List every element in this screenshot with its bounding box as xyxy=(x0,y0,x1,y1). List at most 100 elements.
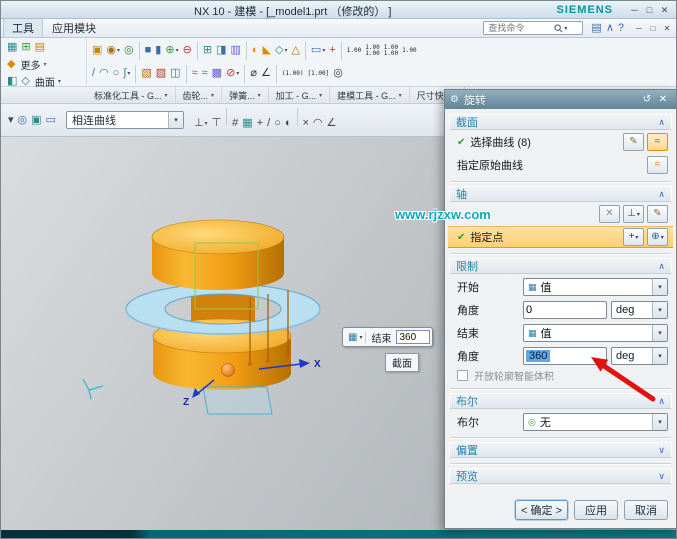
quadrant-snap-icon[interactable]: ◐ xyxy=(284,115,293,132)
more-commands-dropdown[interactable]: 更多 ▾ xyxy=(20,57,46,72)
search-scope-dropdown-icon[interactable]: ▾ xyxy=(564,25,567,32)
toolbar-group-label[interactable]: 加工 - G...▾ xyxy=(269,87,331,103)
toolbar-group-label[interactable]: 齿轮...▾ xyxy=(176,87,223,103)
menu-application-modules[interactable]: 应用模块 xyxy=(43,18,105,38)
expand-chevron-icon[interactable]: ∨ xyxy=(658,471,665,482)
select-curve-row[interactable]: ✔ 选择曲线 (8) ✎≈ xyxy=(448,131,673,153)
end-angle-unit-dropdown[interactable]: deg ▾ xyxy=(611,347,668,365)
end-limit-dropdown[interactable]: ▦ 值 ▾ xyxy=(523,324,668,342)
help-icon[interactable]: ? xyxy=(617,20,625,37)
collapse-chevron-icon[interactable]: ∧ xyxy=(658,261,665,272)
toolbar-group-label[interactable]: 弹簧...▾ xyxy=(222,87,269,103)
spline-icon[interactable]: ∫▾ xyxy=(122,65,131,82)
through-curves-icon[interactable]: ≈ xyxy=(191,65,199,82)
angle-snap-icon[interactable]: ∠ xyxy=(326,115,338,132)
menu-tools[interactable]: 工具 xyxy=(3,18,43,38)
dialog-close-icon[interactable]: ✕ xyxy=(655,94,671,105)
specify-point-row[interactable]: ✔ 指定点 +▾⊕▾ xyxy=(448,226,673,248)
dropdown-arrow-icon[interactable]: ▾ xyxy=(652,325,667,341)
feature-group-icon[interactable]: ⊞ xyxy=(20,39,31,56)
section-header-boolean[interactable]: 布尔 ∧ xyxy=(449,393,672,409)
top-selection-icon[interactable]: ▣ xyxy=(30,112,42,129)
toolbar-group-label[interactable]: 建模工具 - G...▾ xyxy=(330,87,410,103)
start-angle-unit-dropdown[interactable]: deg ▾ xyxy=(611,301,668,319)
select-filter-icon[interactable]: ◎ xyxy=(17,112,29,129)
profile-line-icon[interactable]: / xyxy=(91,65,96,82)
collapse-chevron-icon[interactable]: ∧ xyxy=(658,189,665,200)
menu-icon[interactable]: ▦ xyxy=(6,39,18,56)
doc-close-button[interactable]: ✕ xyxy=(660,24,674,33)
vector-reverse-icon[interactable]: ✕ xyxy=(599,205,620,223)
dropdown-arrow-icon[interactable]: ▾ xyxy=(168,112,183,128)
sketch-icon[interactable]: ▤ xyxy=(34,39,46,56)
surface-dropdown[interactable]: 曲面 ▾ xyxy=(35,74,61,89)
specify-original-curve-row[interactable]: 指定原始曲线 ≈ xyxy=(448,154,673,176)
dim-ordinate-icon[interactable]: 1.00 1.00 xyxy=(383,42,399,59)
dim-angular-icon[interactable]: 1.00 xyxy=(401,42,417,59)
start-limit-dropdown[interactable]: ▦ 值 ▾ xyxy=(523,278,668,296)
curve-list-icon[interactable]: ✎ xyxy=(623,133,644,151)
line-snap-icon[interactable]: / xyxy=(266,115,271,132)
tangent-snap-icon[interactable]: ◠ xyxy=(312,115,324,132)
command-search-box[interactable]: ▾ xyxy=(483,21,583,35)
face-rule-icon[interactable]: ▭ xyxy=(45,112,57,129)
sketch-plane[interactable] xyxy=(203,387,272,414)
top-cylinder-top[interactable] xyxy=(152,220,284,254)
grid-snap-icon[interactable]: # xyxy=(231,115,239,132)
vector-constructor-icon[interactable]: ✎ xyxy=(647,205,668,223)
move-face-icon[interactable]: ▧ xyxy=(140,65,152,82)
minimize-button[interactable]: ─ xyxy=(627,2,642,18)
edge-blend-icon[interactable]: ◐ xyxy=(251,42,260,59)
dropdown-arrow-icon[interactable]: ▾ xyxy=(652,279,667,295)
onscreen-end-limit-widget[interactable]: ▦ ▾ 结束 360 xyxy=(342,327,433,347)
end-angle-input[interactable]: 360 xyxy=(523,347,607,365)
datum-target-icon[interactable]: ◎ xyxy=(332,65,344,82)
dialog-title-bar[interactable]: ⚙ 旋转 ↺ ✕ xyxy=(445,90,676,109)
measure-distance-icon[interactable]: ⌀ xyxy=(249,65,258,82)
doc-restore-button[interactable]: □ xyxy=(646,24,660,33)
hole-icon[interactable]: ◎ xyxy=(123,42,135,59)
freeform-icon[interactable]: ◇ xyxy=(20,73,30,90)
collapse-chevron-icon[interactable]: ∧ xyxy=(658,117,665,128)
datum-plane-icon[interactable]: ▭▾ xyxy=(310,42,326,59)
point-icon[interactable]: + xyxy=(328,42,336,59)
chamfer-icon[interactable]: ◣ xyxy=(262,42,272,59)
unite-icon[interactable]: ⊕▾ xyxy=(164,42,179,59)
dropdown-arrow-icon[interactable]: ▾ xyxy=(652,348,667,364)
subtract-icon[interactable]: ⊖ xyxy=(182,42,193,59)
arc-icon[interactable]: ◠ xyxy=(98,65,110,82)
block-icon[interactable]: ■ xyxy=(144,42,153,59)
curve-rule-icon[interactable]: ≈ xyxy=(647,133,668,151)
section-header-limits[interactable]: 限制 ∧ xyxy=(449,258,672,274)
minimize-ribbon-icon[interactable]: ∧ xyxy=(605,20,615,37)
close-button[interactable]: ✕ xyxy=(657,2,672,18)
fit-tolerance-icon[interactable]: (1.00) xyxy=(281,65,305,82)
intersection-snap-icon[interactable]: × xyxy=(302,115,310,132)
dim-rapid-icon[interactable]: 1.00 xyxy=(346,42,362,59)
cylinder-icon[interactable]: ▮ xyxy=(154,42,162,59)
vector-type-icon[interactable]: ⊥▾ xyxy=(623,205,644,223)
dim-linear-icon[interactable]: 1.00 1.00 xyxy=(364,42,380,59)
revolve-icon[interactable]: ◉▾ xyxy=(105,42,121,59)
datum-icon[interactable]: ◆ xyxy=(6,56,16,73)
curve-rule-combo[interactable]: 相连曲线 ▾ xyxy=(66,111,184,129)
measure-angle-icon[interactable]: ∠ xyxy=(260,65,272,82)
expand-chevron-icon[interactable]: ∨ xyxy=(658,445,665,456)
surface-group-icon[interactable]: ◧ xyxy=(6,73,18,90)
snap-point-toggle-icon[interactable]: ⊥▾ xyxy=(193,115,209,132)
replace-face-icon[interactable]: ◫ xyxy=(169,65,181,82)
cancel-button[interactable]: 取消 xyxy=(624,500,668,520)
delete-face-icon[interactable]: ▨ xyxy=(155,65,167,82)
section-header-offset[interactable]: 偏置 ∨ xyxy=(449,442,672,458)
box-tolerance-icon[interactable]: [1.00] xyxy=(307,65,331,82)
section-header-section[interactable]: 截面 ∧ xyxy=(449,114,672,130)
extrude-icon[interactable]: ▣ xyxy=(91,42,103,59)
dropdown-arrow-icon[interactable]: ▾ xyxy=(652,414,667,430)
specified-point-sphere[interactable] xyxy=(222,364,235,377)
command-search-input[interactable] xyxy=(486,22,554,34)
point-snap-icon[interactable]: +▾ xyxy=(623,228,644,246)
restore-button[interactable]: □ xyxy=(642,2,657,18)
doc-minimize-button[interactable]: ─ xyxy=(632,24,646,33)
dialog-options-gear-icon[interactable]: ⚙ xyxy=(450,94,459,105)
swept-icon[interactable]: ≈ xyxy=(201,65,209,82)
